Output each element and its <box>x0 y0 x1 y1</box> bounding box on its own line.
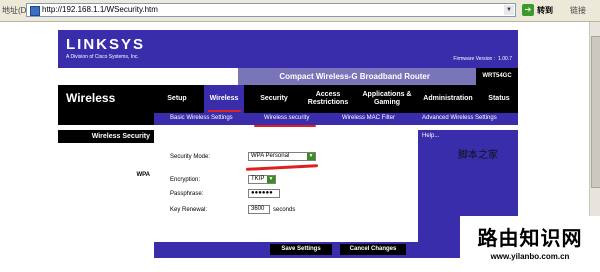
subtab-advanced-wireless[interactable]: Advanced Wireless Settings <box>422 115 497 121</box>
firmware-label: Firmware Version : <box>453 56 496 62</box>
address-bar: 地址(D) http://192.168.1.1/WSecurity.htm ▼… <box>0 0 600 22</box>
linksys-logo: LINKSYS <box>66 36 146 53</box>
security-mode-label: Security Mode: <box>170 154 211 160</box>
save-settings-button[interactable]: Save Settings <box>270 244 332 255</box>
watermark-url: www.yilanbo.com.cn <box>490 252 570 261</box>
tab-administration[interactable]: Administration <box>420 85 476 113</box>
sub-nav: Basic Wireless Settings Wireless securit… <box>58 113 518 125</box>
firmware-number: 1.00.7 <box>498 56 512 62</box>
product-name: Compact Wireless-G Broadband Router <box>279 72 430 81</box>
left-column: Wireless Security WPA <box>58 130 154 258</box>
url-input[interactable]: http://192.168.1.1/WSecurity.htm ▼ <box>26 3 516 17</box>
watermark-title: 路由知识网 <box>477 228 583 250</box>
go-arrow-icon: ➔ <box>522 4 534 16</box>
main-nav: Wireless Setup Wireless Security Access … <box>58 85 518 113</box>
tab-status[interactable]: Status <box>482 85 516 113</box>
tab-wireless[interactable]: Wireless <box>204 85 244 113</box>
key-renewal-label: Key Renewal: <box>170 207 208 213</box>
key-renewal-unit: seconds <box>273 207 296 213</box>
page-icon <box>30 6 40 16</box>
passphrase-label: Passphrase: <box>170 191 204 197</box>
tab-setup[interactable]: Setup <box>160 85 194 113</box>
tab-applications-gaming[interactable]: Applications & Gaming <box>358 85 416 113</box>
model-badge: WRT54GC <box>476 68 518 85</box>
key-renewal-input[interactable]: 3600 <box>248 205 270 214</box>
links-label[interactable]: 链接 <box>570 5 586 16</box>
security-mode-value: WPA Personal <box>251 153 290 159</box>
product-strip: Compact Wireless-G Broadband Router WRT5… <box>58 68 518 85</box>
logo-subtitle: A Division of Cisco Systems, Inc. <box>66 54 139 60</box>
tab-highlight-mark <box>208 110 241 112</box>
left-sub-heading: WPA <box>136 172 150 178</box>
url-text: http://192.168.1.1/WSecurity.htm <box>42 5 158 14</box>
passphrase-input[interactable]: ●●●●●● <box>248 189 280 198</box>
subtab-highlight-mark <box>254 125 316 127</box>
chevron-down-icon[interactable]: ▼ <box>504 5 514 15</box>
chevron-down-icon: ▼ <box>267 176 275 183</box>
scrollbar-thumb[interactable] <box>591 36 600 188</box>
chevron-down-icon: ▼ <box>307 153 315 160</box>
encryption-value: TKIP <box>251 176 265 182</box>
tab-security[interactable]: Security <box>254 85 294 113</box>
help-link[interactable]: Help... <box>422 133 439 139</box>
settings-form: Security Mode: WPA Personal ▼ Encryption… <box>154 130 418 242</box>
cancel-changes-button[interactable]: Cancel Changes <box>340 244 406 255</box>
go-button[interactable]: ➔ 转到 <box>522 3 564 17</box>
go-label: 转到 <box>537 6 553 15</box>
section-title: Wireless <box>66 91 116 105</box>
site-watermark: 路由知识网 www.yilanbo.com.cn <box>460 216 600 272</box>
left-heading: Wireless Security <box>58 130 154 143</box>
product-name-bg: Compact Wireless-G Broadband Router <box>238 68 478 85</box>
security-mode-highlight-mark <box>245 164 319 171</box>
encryption-label: Encryption: <box>170 177 201 183</box>
subtab-basic-wireless[interactable]: Basic Wireless Settings <box>170 115 233 121</box>
header: LINKSYS A Division of Cisco Systems, Inc… <box>58 30 518 68</box>
security-mode-select[interactable]: WPA Personal ▼ <box>248 152 316 161</box>
sub-nav-spacer <box>58 113 154 125</box>
encryption-select[interactable]: TKIP ▼ <box>248 175 276 184</box>
subtab-wireless-security[interactable]: Wireless security <box>264 115 309 121</box>
firmware-version: Firmware Version :1.00.7 <box>453 56 512 62</box>
router-page: LINKSYS A Division of Cisco Systems, Inc… <box>58 30 518 258</box>
subtab-mac-filter[interactable]: Wireless MAC Filter <box>342 115 395 121</box>
help-watermark: 脚本之家 <box>458 150 498 161</box>
tab-access-restrictions[interactable]: Access Restrictions <box>302 85 354 113</box>
